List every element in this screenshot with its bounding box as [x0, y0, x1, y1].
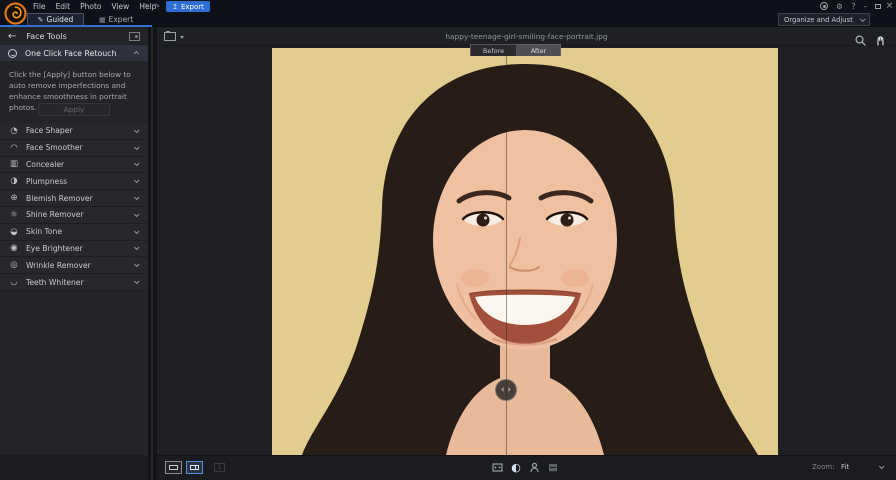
canvas-area: happy-teenage-girl-smiling-face-portrait…	[157, 27, 896, 455]
one-to-one-view-icon[interactable]	[214, 463, 225, 472]
tools-list: ◔ Face Shaper ◠ Face Smoother ▥ Conceale…	[0, 123, 148, 291]
tool-eye-brightener[interactable]: ◉ Eye Brightener	[0, 241, 148, 258]
face-shaper-icon: ◔	[6, 126, 22, 136]
help-icon[interactable]	[848, 1, 859, 11]
concealer-icon: ▥	[6, 159, 22, 169]
zoom-fit-dropdown[interactable]: Fit	[841, 463, 849, 471]
teeth-whitener-icon: ◡	[6, 277, 22, 287]
single-view-icon	[169, 465, 178, 470]
app-logo-icon[interactable]	[4, 2, 27, 25]
chevron-up-icon	[133, 51, 139, 57]
tab-before[interactable]: Before	[470, 44, 517, 56]
zoom-magnifier-icon[interactable]	[855, 31, 866, 50]
face-tools-panel: Face Tools One Click Face Retouch Click …	[0, 27, 148, 455]
eye-brightener-icon: ◉	[6, 243, 22, 253]
chevron-down-icon	[134, 245, 140, 251]
back-arrow-icon[interactable]	[8, 32, 16, 42]
undo-icon[interactable]	[139, 1, 150, 12]
blemish-remover-icon: ⊕	[6, 193, 22, 203]
split-drag-handle[interactable]: ‹ ›	[495, 379, 517, 401]
tool-plumpness[interactable]: ◑ Plumpness	[0, 173, 148, 190]
tool-blemish-remover[interactable]: ⊕ Blemish Remover	[0, 190, 148, 207]
tool-teeth-whitener[interactable]: ◡ Teeth Whitener	[0, 274, 148, 291]
chevron-down-icon	[134, 228, 140, 234]
guided-tab-label: Guided	[47, 15, 74, 24]
export-icon	[172, 3, 178, 11]
redo-icon[interactable]	[151, 1, 162, 12]
wrinkle-remover-icon: ◎	[6, 260, 22, 270]
chevron-down-icon	[134, 279, 140, 285]
compare-mode-icon[interactable]	[490, 460, 504, 474]
shine-remover-icon: ☼	[6, 210, 22, 220]
menu-view[interactable]: View	[107, 0, 135, 13]
chevron-down-icon[interactable]	[879, 463, 885, 469]
account-avatar-icon[interactable]	[818, 1, 829, 11]
face-tag-icon[interactable]	[527, 460, 541, 474]
tool-face-shaper[interactable]: ◔ Face Shaper	[0, 123, 148, 140]
chevron-down-icon	[134, 127, 140, 133]
portrait-photo[interactable]	[272, 48, 778, 455]
histogram-icon[interactable]	[546, 460, 560, 474]
panel-title: Face Tools	[26, 32, 66, 41]
before-after-toggle-icon[interactable]	[509, 460, 523, 474]
settings-gear-icon[interactable]	[834, 1, 845, 11]
chevron-down-icon	[134, 161, 140, 167]
close-icon[interactable]	[884, 1, 895, 11]
menu-photo[interactable]: Photo	[75, 0, 106, 13]
panel-options-icon[interactable]	[129, 32, 140, 41]
face-smoother-icon: ◠	[6, 143, 22, 153]
minimize-icon[interactable]	[860, 1, 871, 11]
chevron-down-icon	[134, 178, 140, 184]
tool-shine-remover[interactable]: ☼ Shine Remover	[0, 207, 148, 224]
tool-face-smoother[interactable]: ◠ Face Smoother	[0, 140, 148, 157]
plumpness-icon: ◑	[6, 176, 22, 186]
organize-and-adjust-dropdown[interactable]: Organize and Adjust	[778, 13, 870, 26]
chevron-down-icon	[134, 144, 140, 150]
export-button[interactable]: Export	[166, 1, 210, 12]
split-view-icon	[190, 465, 199, 470]
guided-pencil-icon	[38, 15, 44, 24]
panel-splitter[interactable]	[148, 27, 157, 480]
compare-tabs: Before After	[470, 44, 561, 56]
export-label: Export	[181, 3, 204, 11]
expert-tab-label: Expert	[109, 15, 134, 24]
tool-wrinkle-remover[interactable]: ◎ Wrinkle Remover	[0, 257, 148, 274]
status-bar: Zoom: Fit	[157, 455, 896, 480]
photodirector-window: FileEditPhotoViewHelp Export Guided Expe…	[0, 0, 896, 480]
maximize-icon[interactable]	[872, 1, 883, 11]
chevron-down-icon	[134, 262, 140, 268]
organize-label: Organize and Adjust	[784, 16, 853, 24]
face-retouch-icon	[8, 49, 17, 58]
panel-header: Face Tools	[0, 28, 148, 45]
tool-concealer[interactable]: ▥ Concealer	[0, 157, 148, 174]
single-view-button[interactable]	[165, 461, 182, 474]
pan-hand-icon[interactable]	[875, 31, 886, 50]
apply-button[interactable]: Apply	[38, 103, 110, 116]
apply-label: Apply	[64, 105, 85, 114]
tool-skin-tone[interactable]: ◒ Skin Tone	[0, 224, 148, 241]
expert-grid-icon	[99, 15, 106, 24]
section-title: One Click Face Retouch	[25, 49, 116, 58]
chevron-down-icon	[860, 16, 866, 22]
chevron-down-icon	[134, 195, 140, 201]
titlebar: FileEditPhotoViewHelp Export Guided Expe…	[0, 0, 896, 27]
tab-after[interactable]: After	[517, 44, 561, 56]
menu-file[interactable]: File	[28, 0, 51, 13]
chevron-down-icon	[134, 211, 140, 217]
skin-tone-icon: ◒	[6, 227, 22, 237]
menu-edit[interactable]: Edit	[51, 0, 76, 13]
zoom-label: Zoom:	[812, 463, 835, 471]
split-view-button[interactable]	[186, 461, 203, 474]
one-click-face-retouch-header[interactable]: One Click Face Retouch	[0, 45, 148, 61]
